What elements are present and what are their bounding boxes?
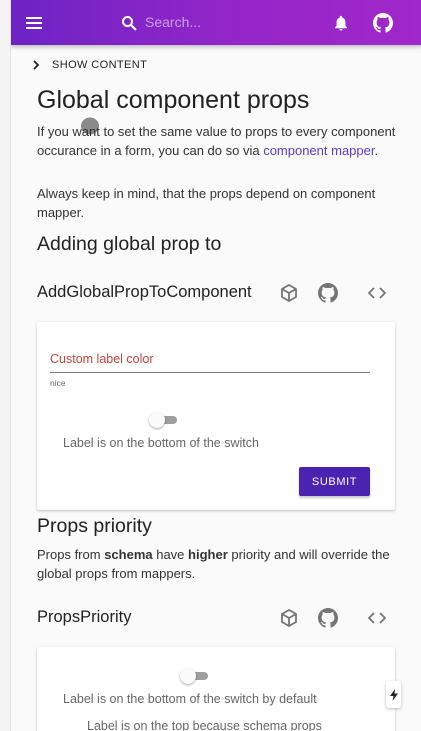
lightning-button[interactable] [386,681,401,708]
switch-thumb [180,668,196,684]
label-switch[interactable] [180,668,212,684]
field-helper-text: nice [50,378,66,388]
example-card-add-global-prop: Custom label color nice Label is on the … [37,322,395,510]
search-icon [122,15,137,31]
bell-icon [335,15,347,31]
show-code-button[interactable] [364,280,390,306]
submit-button[interactable]: SUBMIT [299,467,370,496]
open-github-source-button[interactable] [315,605,341,631]
github-icon [318,608,338,628]
text-field-underline [50,372,370,373]
open-codesandbox-button[interactable] [276,280,302,306]
page-title: Global component props [37,86,310,114]
intro-paragraph: If you want to set the same value to pro… [37,124,396,158]
menu-icon [26,16,42,29]
label-switch[interactable] [149,412,181,428]
open-codesandbox-button[interactable] [276,605,302,631]
github-link[interactable] [369,0,397,45]
codesandbox-icon [281,284,297,302]
example-title-props-priority: PropsPriority [37,608,132,626]
search-input[interactable] [145,12,345,32]
switch-label: Label is on the bottom of the switch by … [63,692,317,706]
search-button[interactable] [117,0,141,45]
props-priority-paragraph: Props from schema have higher priority a… [37,547,390,581]
docs-page: SHOW CONTENT Global component props If y… [10,0,421,731]
menu-button[interactable] [21,0,47,45]
component-mapper-link[interactable]: component mapper [263,143,374,158]
app-bar [11,0,421,45]
show-content-toggle[interactable]: SHOW CONTENT [33,59,147,71]
switch-label: Label is on the bottom of the switch [63,436,259,450]
show-code-button[interactable] [364,605,390,631]
chevron-right-icon [33,60,40,70]
second-switch-label: Label is on the top because schema props [87,719,322,731]
example-card-props-priority: Label is on the bottom of the switch by … [37,647,395,731]
custom-label-color-field[interactable]: Custom label color [50,352,154,366]
codesandbox-icon [281,609,297,627]
notifications-button[interactable] [329,0,353,45]
github-icon [373,12,393,33]
example-title-add-global-prop: AddGlobalPropToComponent [37,283,252,301]
code-icon [368,287,386,299]
note-paragraph: Always keep in mind, that the props depe… [37,186,376,220]
lightning-icon [389,688,398,701]
section-heading-adding-global-prop: Adding global prop to [37,233,222,255]
open-github-source-button[interactable] [315,280,341,306]
show-content-label: SHOW CONTENT [52,59,148,71]
github-icon [318,283,338,303]
section-heading-props-priority: Props priority [37,515,152,537]
code-icon [368,612,386,624]
switch-thumb [149,412,165,428]
